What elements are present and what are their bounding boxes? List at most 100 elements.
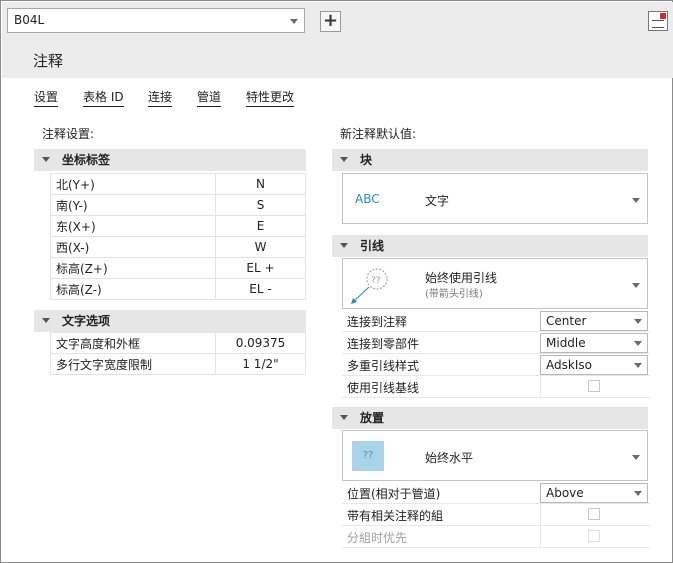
text-options-group-header[interactable]: 文字选项 (34, 310, 306, 332)
row-value[interactable]: 1 1/2" (215, 353, 306, 375)
row-value[interactable]: EL - (215, 278, 306, 300)
list-item: 使用引线基线 (342, 376, 650, 398)
add-style-button[interactable]: + (320, 11, 341, 32)
table-lines-icon (652, 20, 664, 28)
tab-settings[interactable]: 设置 (34, 88, 59, 107)
style-combo-value: B04L (14, 13, 45, 27)
style-combo[interactable]: B04L (7, 8, 305, 33)
tab-pipe[interactable]: 管道 (197, 88, 222, 107)
list-item: 分組时优先 (342, 526, 650, 548)
annotation-settings-title: 注释设置: (42, 127, 95, 141)
list-item: 多重引线样式 AdskIso (342, 354, 650, 376)
block-preview-abc: ABC (355, 192, 380, 206)
text-options-table: 文字高度和外框 0.09375 多行文字宽度限制 1 1/2" (50, 332, 306, 375)
leader-group-header[interactable]: 引线 (332, 235, 648, 257)
leader-type-selector[interactable]: ?? 始终使用引线 (带箭头引线) (342, 258, 648, 309)
prop-label: 带有相关注释的組 (347, 509, 444, 523)
chevron-down-icon (634, 319, 642, 324)
chevron-down-icon (290, 19, 298, 24)
text-options-group-title: 文字选项 (62, 314, 111, 328)
block-group-title: 块 (360, 153, 373, 167)
row-label: 标高(Z-) (50, 278, 216, 300)
chevron-down-icon (634, 491, 642, 496)
collapse-triangle-icon (340, 157, 348, 162)
row-label: 标高(Z+) (50, 257, 216, 279)
block-option-label: 文字 (425, 194, 450, 208)
placement-type-selector[interactable]: ?? 始终水平 (342, 430, 648, 481)
placement-group-title: 放置 (360, 411, 385, 425)
leader-option-label: 始终使用引线 (425, 271, 498, 285)
attach-to-part-select[interactable]: Middle (540, 333, 648, 353)
row-value[interactable]: S (215, 194, 306, 216)
svg-text:??: ?? (371, 276, 381, 286)
row-value[interactable]: EL + (215, 257, 306, 279)
collapse-triangle-icon (340, 243, 348, 248)
group-with-related-checkbox[interactable] (588, 508, 600, 520)
collapse-triangle-icon (340, 415, 348, 420)
column-divider (540, 376, 541, 398)
collapse-triangle-icon (42, 318, 50, 323)
select-value: Middle (546, 336, 586, 350)
new-annotation-defaults-title: 新注释默认值: (340, 127, 417, 141)
chevron-down-icon (634, 341, 642, 346)
row-value[interactable]: E (215, 215, 306, 237)
list-item: 带有相关注释的組 (342, 504, 650, 526)
position-relative-to-pipe-select[interactable]: Above (540, 483, 648, 503)
tab-property-change[interactable]: 特性更改 (246, 88, 295, 107)
row-value[interactable]: 0.09375 (215, 332, 306, 354)
prop-label: 连接到零部件 (347, 337, 420, 351)
annotation-settings-panel: B04L + 注释 设置 表格 ID 连接 管道 特性更改 注释设置: 坐标标签… (0, 0, 673, 563)
top-toolbar: B04L + 注释 (2, 2, 673, 78)
prop-label: 连接到注释 (347, 315, 408, 329)
collapse-triangle-icon (42, 157, 50, 162)
row-label: 南(Y-) (50, 194, 216, 216)
column-divider (540, 504, 541, 526)
row-label: 多行文字宽度限制 (50, 353, 216, 375)
coord-labels-group-title: 坐标标签 (62, 153, 111, 167)
select-value: Center (546, 314, 587, 328)
row-label: 西(X-) (50, 236, 216, 258)
group-priority-checkbox (588, 530, 600, 542)
prop-label: 分組时优先 (347, 531, 408, 545)
select-value: AdskIso (546, 358, 592, 372)
tab-table-id[interactable]: 表格 ID (83, 88, 124, 107)
block-group-header[interactable]: 块 (332, 149, 648, 171)
prop-label: 使用引线基线 (347, 381, 420, 395)
table-row: 文字高度和外框 0.09375 (50, 332, 306, 354)
page-title: 注释 (33, 52, 64, 70)
table-row: 北(Y+) N (50, 173, 306, 195)
chevron-down-icon (632, 455, 640, 460)
block-type-selector[interactable]: ABC 文字 (342, 173, 648, 224)
leader-option-sublabel: (带箭头引线) (425, 289, 483, 300)
prop-label: 位置(相对于管道) (347, 487, 441, 501)
column-divider (540, 526, 541, 548)
select-value: Above (546, 486, 584, 500)
row-value[interactable]: N (215, 173, 306, 195)
use-leader-landing-checkbox[interactable] (588, 380, 600, 392)
list-item: 连接到注释 Center (342, 310, 650, 332)
tab-connection[interactable]: 连接 (148, 88, 173, 107)
table-row: 标高(Z-) EL - (50, 278, 306, 300)
list-item: 连接到零部件 Middle (342, 332, 650, 354)
row-label: 北(Y+) (50, 173, 216, 195)
multileader-style-select[interactable]: AdskIso (540, 355, 648, 375)
table-row: 标高(Z+) EL + (50, 257, 306, 279)
coord-labels-table: 北(Y+) N 南(Y-) S 东(X+) E 西(X-) W 标高(Z+) E… (50, 173, 306, 300)
placement-preview-icon: ?? (352, 441, 384, 471)
style-manager-icon[interactable] (648, 11, 668, 31)
attach-to-annotation-select[interactable]: Center (540, 311, 648, 331)
row-value[interactable]: W (215, 236, 306, 258)
chevron-down-icon (632, 283, 640, 288)
table-row: 东(X+) E (50, 215, 306, 237)
chevron-down-icon (634, 363, 642, 368)
table-row: 多行文字宽度限制 1 1/2" (50, 353, 306, 375)
prop-label: 多重引线样式 (347, 359, 420, 373)
placement-group-header[interactable]: 放置 (332, 407, 648, 429)
row-label: 文字高度和外框 (50, 332, 216, 354)
leader-group-title: 引线 (360, 239, 385, 253)
coord-labels-group-header[interactable]: 坐标标签 (34, 149, 306, 171)
red-marker-icon (660, 13, 666, 19)
chevron-down-icon (632, 198, 640, 203)
row-label: 东(X+) (50, 215, 216, 237)
table-row: 南(Y-) S (50, 194, 306, 216)
